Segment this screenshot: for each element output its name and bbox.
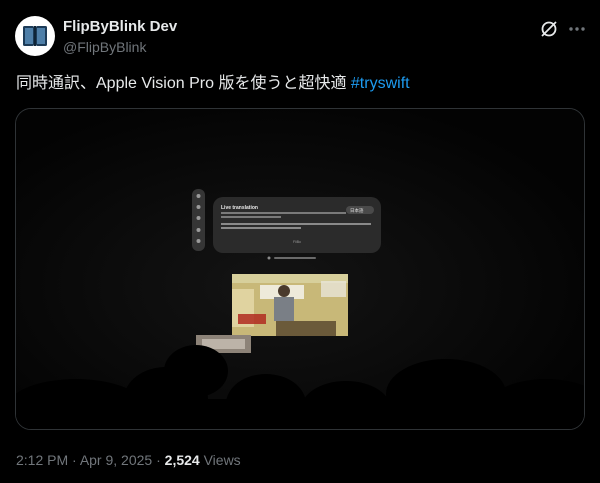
book-icon	[23, 26, 47, 46]
tweet-meta: 2:12 PM · Apr 9, 2025 · 2,524 Views	[16, 451, 241, 469]
tweet-date[interactable]: Apr 9, 2025	[80, 452, 152, 468]
views-label: Views	[199, 452, 241, 468]
author-block: FlipByBlink Dev @FlipByBlink	[63, 17, 177, 57]
media-photo: Live translation 日本語 FliBo	[16, 109, 584, 429]
tweet-text: 同時通訳、Apple Vision Pro 版を使うと超快適 #tryswift	[16, 74, 410, 94]
tweet-media[interactable]: Live translation 日本語 FliBo	[15, 108, 585, 430]
overlay-title: Live translation	[221, 205, 258, 211]
handle[interactable]: @FlipByBlink	[63, 38, 177, 57]
overlay-footer: FliBo	[293, 240, 301, 244]
tweet-card: FlipByBlink Dev @FlipByBlink 同時通訳、Apple …	[0, 0, 600, 483]
views-count: 2,524	[164, 452, 200, 468]
overlay-language: 日本語	[350, 207, 364, 214]
hashtag-link[interactable]: #tryswift	[351, 75, 410, 92]
more-icon[interactable]	[566, 18, 588, 40]
translation-window: Live translation 日本語 FliBo	[213, 197, 381, 260]
grok-icon[interactable]	[538, 18, 560, 40]
presentation-screen	[232, 274, 348, 336]
display-name[interactable]: FlipByBlink Dev	[63, 17, 177, 36]
tweet-time[interactable]: 2:12 PM	[16, 452, 68, 468]
visionos-sidebar	[192, 189, 205, 251]
meta-separator: ·	[68, 452, 80, 468]
meta-separator-2: ·	[152, 452, 165, 468]
tweet-body: 同時通訳、Apple Vision Pro 版を使うと超快適	[16, 75, 351, 92]
avatar[interactable]	[15, 16, 55, 56]
